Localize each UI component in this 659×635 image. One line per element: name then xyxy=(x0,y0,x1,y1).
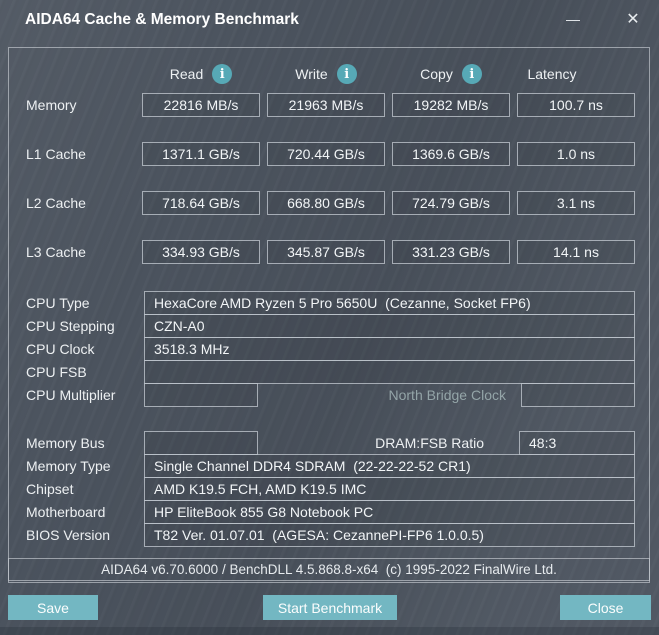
motherboard-value: HP EliteBook 855 G8 Notebook PC xyxy=(144,500,635,524)
bios-version-label: BIOS Version xyxy=(26,527,111,543)
column-header-copy: Copy i xyxy=(392,63,510,85)
close-window-button[interactable]: ✕ xyxy=(616,2,650,36)
read-header-label: Read xyxy=(169,66,204,82)
cpu-type-label: CPU Type xyxy=(26,295,90,311)
chipset-label: Chipset xyxy=(26,481,74,497)
memory-read-value: 22816 MB/s xyxy=(142,93,260,117)
cpu-multiplier-label: CPU Multiplier xyxy=(26,387,116,403)
row-label-l2-cache: L2 Cache xyxy=(26,195,86,211)
l2-copy-value: 724.79 GB/s xyxy=(392,191,510,215)
l1-copy-value: 1369.6 GB/s xyxy=(392,142,510,166)
l3-latency-value: 14.1 ns xyxy=(517,240,635,264)
memory-latency-value: 100.7 ns xyxy=(517,93,635,117)
memory-type-label: Memory Type xyxy=(26,458,111,474)
benchmark-header: Read i Write i Copy i Latency xyxy=(9,63,649,85)
titlebar: AIDA64 Cache & Memory Benchmark — ✕ xyxy=(0,0,659,40)
save-button[interactable]: Save xyxy=(8,595,98,620)
cpu-fsb-value xyxy=(144,360,635,384)
main-panel: Read i Write i Copy i Latency Memory 228… xyxy=(8,47,650,583)
close-button[interactable]: Close xyxy=(560,595,651,620)
benchmark-row-l1-cache: L1 Cache 1371.1 GB/s 720.44 GB/s 1369.6 … xyxy=(9,142,649,166)
read-info-icon[interactable]: i xyxy=(212,64,233,84)
cpu-clock-value: 3518.3 MHz xyxy=(144,337,635,361)
row-label-l3-cache: L3 Cache xyxy=(26,244,86,260)
memory-write-value: 21963 MB/s xyxy=(267,93,385,117)
latency-header-label: Latency xyxy=(527,66,577,82)
column-header-latency: Latency xyxy=(517,63,635,85)
cpu-fsb-label: CPU FSB xyxy=(26,364,87,380)
window-title: AIDA64 Cache & Memory Benchmark xyxy=(25,11,299,28)
l2-read-value: 718.64 GB/s xyxy=(142,191,260,215)
cpu-type-value: HexaCore AMD Ryzen 5 Pro 5650U (Cezanne,… xyxy=(144,291,635,315)
north-bridge-clock-value xyxy=(521,383,635,407)
dram-fsb-ratio-label: DRAM:FSB Ratio xyxy=(375,435,484,451)
version-info: AIDA64 v6.70.6000 / BenchDLL 4.5.868.8-x… xyxy=(8,558,650,581)
memory-bus-value xyxy=(144,431,258,455)
memory-copy-value: 19282 MB/s xyxy=(392,93,510,117)
chipset-value: AMD K19.5 FCH, AMD K19.5 IMC xyxy=(144,477,635,501)
l2-write-value: 668.80 GB/s xyxy=(267,191,385,215)
minimize-icon: — xyxy=(566,11,580,27)
copy-header-label: Copy xyxy=(420,66,453,82)
row-label-memory: Memory xyxy=(26,97,77,113)
l1-write-value: 720.44 GB/s xyxy=(267,142,385,166)
column-header-read: Read i xyxy=(142,63,260,85)
memory-bus-label: Memory Bus xyxy=(26,435,105,451)
minimize-button[interactable]: — xyxy=(556,2,590,36)
l1-read-value: 1371.1 GB/s xyxy=(142,142,260,166)
close-icon: ✕ xyxy=(626,11,640,28)
north-bridge-clock-label: North Bridge Clock xyxy=(388,387,507,403)
l1-latency-value: 1.0 ns xyxy=(517,142,635,166)
write-header-label: Write xyxy=(295,66,328,82)
column-header-write: Write i xyxy=(267,63,385,85)
cpu-info-group: CPU Type HexaCore AMD Ryzen 5 Pro 5650U … xyxy=(9,291,649,408)
benchmark-row-l3-cache: L3 Cache 334.93 GB/s 345.87 GB/s 331.23 … xyxy=(9,240,649,264)
l2-latency-value: 3.1 ns xyxy=(517,191,635,215)
l3-copy-value: 331.23 GB/s xyxy=(392,240,510,264)
cpu-stepping-value: CZN-A0 xyxy=(144,314,635,338)
l3-read-value: 334.93 GB/s xyxy=(142,240,260,264)
window-bottom-edge xyxy=(0,627,659,635)
benchmark-row-memory: Memory 22816 MB/s 21963 MB/s 19282 MB/s … xyxy=(9,93,649,117)
cpu-stepping-label: CPU Stepping xyxy=(26,318,115,334)
benchmark-row-l2-cache: L2 Cache 718.64 GB/s 668.80 GB/s 724.79 … xyxy=(9,191,649,215)
memory-type-value: Single Channel DDR4 SDRAM (22-22-22-52 C… xyxy=(144,454,635,478)
copy-info-icon[interactable]: i xyxy=(461,64,482,84)
motherboard-label: Motherboard xyxy=(26,504,106,520)
dram-fsb-ratio-value: 48:3 xyxy=(519,431,635,455)
write-info-icon[interactable]: i xyxy=(336,64,357,84)
start-benchmark-button[interactable]: Start Benchmark xyxy=(263,595,397,620)
bios-version-value: T82 Ver. 01.07.01 (AGESA: CezannePI-FP6 … xyxy=(144,523,635,547)
l3-write-value: 345.87 GB/s xyxy=(267,240,385,264)
row-label-l1-cache: L1 Cache xyxy=(26,146,86,162)
cpu-multiplier-value xyxy=(144,383,258,407)
system-info-group: Memory Bus DRAM:FSB Ratio 48:3 Memory Ty… xyxy=(9,431,649,548)
cpu-clock-label: CPU Clock xyxy=(26,341,95,357)
